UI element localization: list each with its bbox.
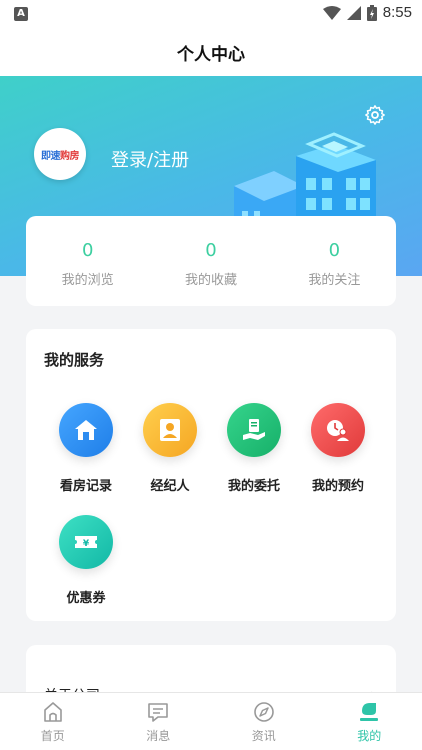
stats-card: 0 我的浏览 0 我的收藏 0 我的关注 <box>26 216 396 306</box>
service-agent[interactable]: 经纪人 <box>128 403 212 494</box>
app-notification-icon: A <box>14 7 28 21</box>
stat-label: 我的浏览 <box>61 273 114 288</box>
wifi-icon <box>322 5 341 20</box>
tab-label: 消息 <box>146 729 171 743</box>
services-card: 我的服务 看房记录 经纪人 我的委托 我的预约 ¥ 优惠券 <box>26 329 396 621</box>
service-label: 看房记录 <box>59 479 112 494</box>
battery-icon <box>366 4 377 21</box>
stat-value: 0 <box>81 240 94 261</box>
tab-home[interactable]: 首页 <box>0 693 106 750</box>
tab-label: 资讯 <box>251 729 276 743</box>
services-title: 我的服务 <box>44 351 105 369</box>
avatar-logo: 即速购房 <box>41 150 80 162</box>
service-label: 我的委托 <box>227 479 280 494</box>
coupon-icon: ¥ <box>59 515 113 569</box>
bottom-tab-bar: 首页 消息 资讯 我的 <box>0 692 422 750</box>
service-label: 经纪人 <box>150 479 190 494</box>
stat-value: 0 <box>205 240 217 261</box>
login-register-link[interactable]: 登录/注册 <box>111 146 189 172</box>
svg-text:¥: ¥ <box>83 539 90 549</box>
service-entrust[interactable]: 我的委托 <box>212 403 296 494</box>
entrust-icon <box>227 403 281 457</box>
appointment-icon <box>311 403 365 457</box>
stat-label: 我的关注 <box>308 273 361 288</box>
stat-browse[interactable]: 0 我的浏览 <box>26 216 149 306</box>
service-label: 优惠券 <box>66 591 106 606</box>
tab-profile[interactable]: 我的 <box>317 693 422 750</box>
agent-icon <box>143 403 197 457</box>
tab-news[interactable]: 资讯 <box>211 693 317 750</box>
compass-icon <box>253 702 274 722</box>
profile-icon <box>360 703 379 721</box>
status-icons: 8:55 <box>322 4 412 21</box>
service-coupon[interactable]: ¥ 优惠券 <box>44 515 128 606</box>
service-viewing-records[interactable]: 看房记录 <box>44 403 128 494</box>
title-bar: 个人中心 <box>0 28 422 76</box>
page-title: 个人中心 <box>177 44 245 65</box>
tab-label: 我的 <box>357 729 382 743</box>
house-icon <box>59 403 113 457</box>
stat-favorites[interactable]: 0 我的收藏 <box>149 216 272 306</box>
message-icon <box>148 703 169 722</box>
service-appointment[interactable]: 我的预约 <box>296 403 380 494</box>
status-time: 8:55 <box>382 4 412 21</box>
home-icon <box>43 702 62 722</box>
service-label: 我的预约 <box>311 479 364 494</box>
avatar[interactable]: 即速购房 <box>34 128 86 180</box>
stat-following[interactable]: 0 我的关注 <box>273 216 396 306</box>
signal-icon <box>346 5 361 20</box>
stat-label: 我的收藏 <box>184 273 237 288</box>
status-bar: A 8:55 <box>0 0 422 28</box>
tab-messages[interactable]: 消息 <box>106 693 212 750</box>
tab-label: 首页 <box>40 729 65 743</box>
stat-value: 0 <box>328 240 341 261</box>
